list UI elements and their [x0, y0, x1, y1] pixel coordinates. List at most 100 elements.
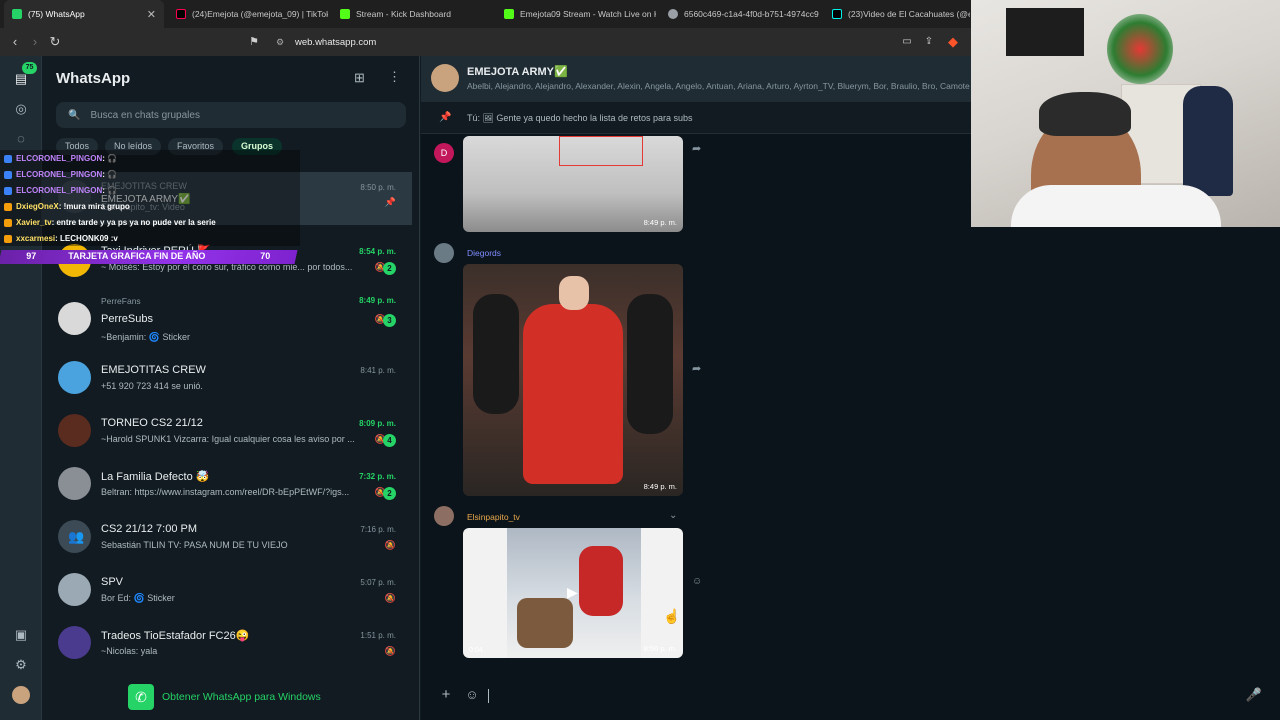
chat-time: 8:50 p. m.	[360, 183, 396, 192]
attach-icon[interactable]: +	[437, 686, 455, 704]
image-content	[1039, 92, 1131, 136]
settings-icon[interactable]: ⚙	[12, 656, 30, 674]
address-bar[interactable]: ⚙ web.whatsapp.com	[264, 31, 974, 53]
url-text: web.whatsapp.com	[295, 36, 377, 48]
react-emoji-icon[interactable]: ☺	[692, 576, 702, 587]
sender-name[interactable]: Diegords	[467, 248, 501, 258]
media-icon[interactable]: ▣	[12, 626, 30, 644]
share-icon[interactable]: ⇪	[920, 33, 938, 51]
tab-tiktok-video[interactable]: (23)Video de El Cacahuates (@elcac	[824, 0, 970, 28]
chat-avatar	[58, 302, 91, 335]
play-icon[interactable]: ▶	[567, 584, 578, 601]
overlay-chat-line: DxiegOneX : !mura mira grupo	[4, 202, 130, 211]
image-content	[523, 304, 623, 484]
sender-avatar[interactable]	[434, 506, 454, 526]
forward-icon[interactable]: ➦	[692, 142, 701, 155]
chat-time: 8:09 p. m.	[359, 419, 396, 428]
tab-kick-dashboard[interactable]: Stream - Kick Dashboard	[332, 0, 492, 28]
overlay-user: xxcarmesi	[16, 234, 56, 243]
app-title: WhatsApp	[56, 70, 131, 87]
chat-row[interactable]: EMEJOTITAS CREW 8:41 p. m. +51 920 723 4…	[42, 353, 412, 406]
tab-uuid[interactable]: 6560c469-c1a4-4f0d-b751-4974cc9	[660, 0, 820, 28]
chat-time: 1:51 p. m.	[360, 631, 396, 640]
group-icon: 👥	[68, 529, 85, 544]
stream-chat-overlay: ELCORONEL_PINGON : 🎧 ELCORONEL_PINGON : …	[0, 150, 300, 246]
chat-row[interactable]: Tradeos TioEstafador FC26😜 1:51 p. m. ~N…	[42, 618, 412, 671]
chat-row[interactable]: 👥 CS2 21/12 7:00 PM 7:16 p. m. Sebastián…	[42, 512, 412, 565]
chat-preview: Bor Ed: 🌀 Sticker	[101, 593, 175, 603]
sender-avatar[interactable]	[434, 243, 454, 263]
search-placeholder: Busca en chats grupales	[90, 109, 200, 121]
reload-icon[interactable]: ↻	[46, 33, 64, 51]
chevron-down-icon[interactable]: ⌄	[669, 510, 677, 521]
chat-name: EMEJOTITAS CREW	[101, 364, 206, 376]
pin-icon: 📌	[384, 197, 396, 207]
tab-title: Stream - Kick Dashboard	[356, 9, 451, 19]
chat-row[interactable]: TORNEO CS2 21/12 8:09 p. m. ~Harold SPUN…	[42, 406, 412, 459]
kick-favicon-icon	[340, 9, 350, 19]
image-content	[1183, 86, 1233, 196]
chat-time: 7:16 p. m.	[360, 525, 396, 534]
overlay-chat-line: ELCORONEL_PINGON : 🎧	[4, 170, 117, 179]
chat-name: La Familia Defecto 🤯	[101, 471, 210, 483]
tab-title: (75) WhatsApp	[28, 9, 85, 19]
message-composer: + ☺ 🎤	[421, 670, 1280, 720]
message-input[interactable]	[488, 689, 489, 703]
status-icon[interactable]: ◎	[12, 100, 30, 118]
image-content	[579, 546, 623, 616]
chat-name: SPV	[101, 576, 124, 588]
menu-icon[interactable]: ⋮	[388, 69, 401, 85]
overlay-message: : entre tarde y ya ps ya no pude ver la …	[51, 218, 216, 227]
forward-icon[interactable]: ›	[26, 33, 44, 51]
goal-current: 97	[26, 251, 37, 261]
channels-icon[interactable]: ◌	[12, 130, 30, 148]
site-info-icon[interactable]: ⚙	[276, 37, 286, 47]
message-time: 8:49 p. m.	[643, 482, 677, 491]
profile-avatar[interactable]	[12, 686, 30, 704]
image-message[interactable]: 8:49 p. m.	[463, 136, 683, 232]
back-icon[interactable]: ‹	[6, 33, 24, 51]
microphone-icon[interactable]: 🎤	[1245, 686, 1263, 704]
globe-favicon-icon	[668, 9, 678, 19]
goal-target: 70	[260, 251, 271, 261]
sender-name[interactable]: Elsinpapito_tv	[467, 512, 520, 522]
group-avatar[interactable]	[431, 64, 459, 92]
tab-title: Emejota09 Stream - Watch Live on Ki	[520, 9, 656, 19]
image-message[interactable]: 8:49 p. m.	[463, 264, 683, 496]
brave-shield-icon[interactable]: ◆	[944, 33, 962, 51]
message-time: 8:50 p. m.	[643, 644, 677, 653]
message-time: 8:49 p. m.	[643, 218, 677, 227]
chat-row[interactable]: SPV 5:07 p. m. Bor Ed: 🌀 Sticker 🔕	[42, 565, 412, 618]
chat-preview: ~Nicolas: yala	[101, 646, 158, 656]
sub-badge-icon	[4, 186, 12, 195]
chat-row[interactable]: La Familia Defecto 🤯 7:32 p. m. Beltran:…	[42, 459, 412, 512]
video-message[interactable]: ▶ 0:04 8:50 p. m.	[463, 528, 683, 658]
sub-badge-icon	[4, 170, 12, 179]
tab-title: (24)Emejota (@emejota_09) | TikTok	[192, 9, 328, 19]
overlay-chat-line: xxcarmesi : LECHONK09 :v	[4, 234, 118, 243]
overlay-chat-line: ELCORONEL_PINGON : 🎧	[4, 186, 117, 195]
overlay-message: : 🎧	[102, 186, 118, 195]
cast-icon[interactable]: ▭	[898, 33, 916, 51]
tab-kick-stream[interactable]: Emejota09 Stream - Watch Live on Ki	[496, 0, 656, 28]
close-tab-icon[interactable]: ✕	[147, 8, 156, 21]
sticker-icon[interactable]: ☺	[463, 686, 481, 704]
search-input[interactable]: 🔍 Busca en chats grupales	[56, 102, 406, 128]
overlay-user: ELCORONEL_PINGON	[16, 154, 103, 163]
chat-row[interactable]: PerreFans PerreSubs 8:49 p. m. ~Benjamin…	[42, 292, 412, 350]
unread-badge: 4	[383, 434, 396, 447]
tab-whatsapp[interactable]: (75) WhatsApp ✕	[4, 0, 164, 28]
chat-name: CS2 21/12 7:00 PM	[101, 523, 198, 535]
mouse-cursor-icon: ☝	[663, 608, 681, 624]
tab-tiktok[interactable]: (24)Emejota (@emejota_09) | TikTok	[168, 0, 328, 28]
forward-icon[interactable]: ➦	[692, 362, 701, 375]
whatsapp-favicon-icon	[12, 9, 22, 19]
new-chat-icon[interactable]: ⊞	[354, 70, 365, 86]
get-windows-app-link[interactable]: ✆ Obtener WhatsApp para Windows	[128, 682, 328, 712]
group-members: Abelbi, Alejandro, Alejandro, Alexander,…	[467, 81, 970, 91]
chat-preview: ~Benjamin: 🌀 Sticker	[101, 332, 190, 342]
chat-time: 8:54 p. m.	[359, 247, 396, 256]
sender-avatar[interactable]: D	[434, 143, 454, 163]
search-icon: 🔍	[68, 109, 81, 121]
bookmark-icon[interactable]: ⚑	[245, 33, 263, 51]
